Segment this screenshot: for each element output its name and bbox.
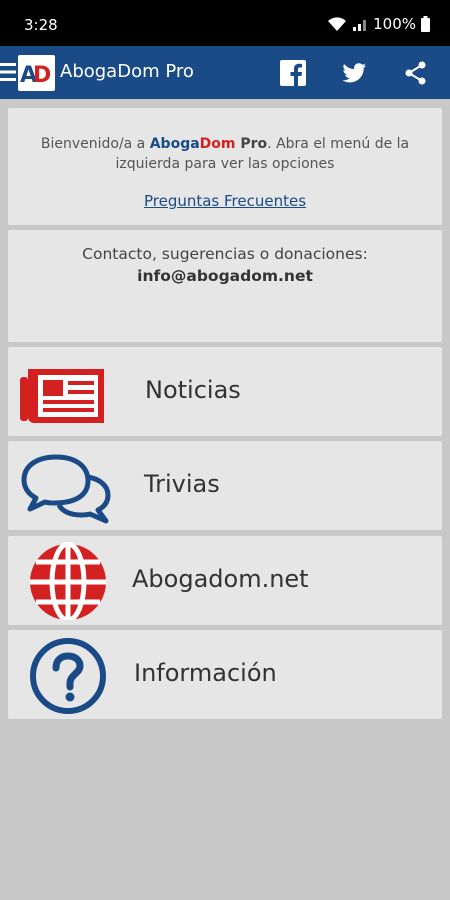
wifi-icon bbox=[328, 17, 347, 31]
app-title: AbogaDom Pro bbox=[60, 61, 194, 82]
menu-label: Abogadom.net bbox=[132, 565, 309, 593]
battery-percent: 100% bbox=[373, 15, 416, 33]
app-logo: A D bbox=[18, 55, 55, 91]
welcome-text: Bienvenido/a a AbogaDom Pro. Abra el men… bbox=[40, 136, 410, 172]
app-bar: A D AbogaDom Pro bbox=[0, 46, 450, 99]
svg-text:D: D bbox=[33, 63, 51, 88]
twitter-icon[interactable] bbox=[340, 59, 368, 87]
globe-icon bbox=[30, 542, 106, 620]
menu-label: Trivias bbox=[144, 470, 220, 498]
menu-item-informacion[interactable]: Información bbox=[8, 630, 442, 719]
brand-aboga: Aboga bbox=[149, 136, 200, 152]
menu-item-trivias[interactable]: Trivias bbox=[8, 441, 442, 530]
newspaper-icon bbox=[20, 369, 104, 423]
faq-link[interactable]: Preguntas Frecuentes bbox=[144, 191, 306, 211]
contact-email[interactable]: info@abogadom.net bbox=[8, 265, 442, 287]
menu-label: Información bbox=[134, 659, 277, 687]
contact-panel: Contacto, sugerencias o donaciones: info… bbox=[8, 230, 442, 342]
status-indicators: 100% bbox=[327, 15, 430, 33]
hamburger-menu-icon[interactable] bbox=[0, 60, 16, 84]
share-icon[interactable] bbox=[402, 59, 430, 87]
brand-pro: Pro bbox=[235, 136, 268, 152]
status-time: 3:28 bbox=[24, 16, 58, 34]
menu-label: Noticias bbox=[145, 376, 241, 404]
question-icon bbox=[30, 638, 106, 714]
chat-bubbles-icon bbox=[21, 454, 111, 524]
status-bar: 3:28 100% bbox=[0, 0, 450, 46]
facebook-icon[interactable] bbox=[279, 59, 307, 87]
menu-item-noticias[interactable]: Noticias bbox=[8, 347, 442, 436]
signal-icon bbox=[353, 20, 367, 31]
contact-label: Contacto, sugerencias o donaciones: bbox=[82, 245, 368, 263]
menu-item-abogadom-net[interactable]: Abogadom.net bbox=[8, 536, 442, 625]
battery-icon bbox=[421, 16, 430, 32]
brand-dom: Dom bbox=[199, 136, 236, 152]
welcome-panel: Bienvenido/a a AbogaDom Pro. Abra el men… bbox=[8, 108, 442, 225]
